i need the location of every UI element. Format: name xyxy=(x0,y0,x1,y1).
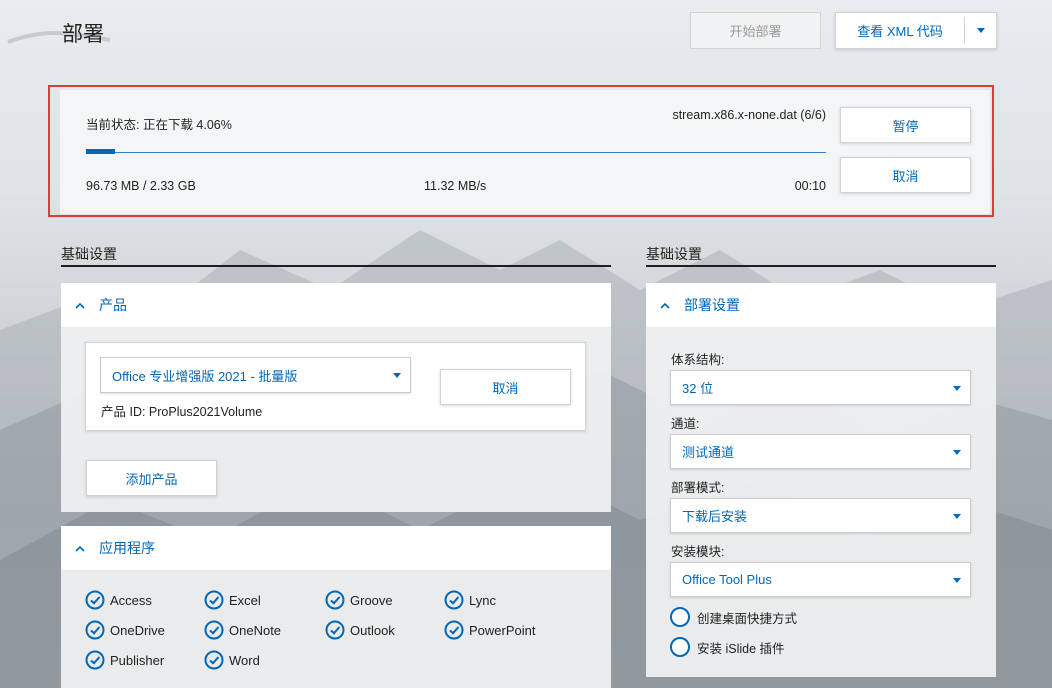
channel-label: 通道: xyxy=(671,417,700,431)
module-select-value: Office Tool Plus xyxy=(682,572,772,587)
desktop-shortcut-option[interactable]: 创建桌面快捷方式 xyxy=(670,607,797,627)
left-section-rule xyxy=(61,265,611,267)
chevron-up-icon xyxy=(75,302,85,309)
module-select[interactable]: Office Tool Plus xyxy=(670,562,971,597)
product-card-body: Office 专业增强版 2021 - 批量版 产品 ID: ProPlus20… xyxy=(61,327,611,512)
deploy-settings-header[interactable]: 部署设置 xyxy=(646,283,996,327)
caret-down-icon xyxy=(953,513,961,519)
app-label: OneNote xyxy=(229,622,282,638)
module-label: 安装模块: xyxy=(671,545,725,559)
app-label: Word xyxy=(229,652,260,668)
app-checkbox[interactable]: Lync xyxy=(444,590,496,610)
checkmark-circle-icon xyxy=(204,620,224,640)
right-section-rule xyxy=(646,265,996,267)
checkmark-circle-icon xyxy=(325,590,345,610)
checkmark-circle-icon xyxy=(444,620,464,640)
app-checkbox[interactable]: Groove xyxy=(325,590,393,610)
view-xml-split-button[interactable]: 查看 XML 代码 xyxy=(835,12,997,49)
checkmark-circle-icon xyxy=(444,590,464,610)
checkmark-circle-icon xyxy=(85,650,105,670)
app-checkbox[interactable]: OneDrive xyxy=(85,620,165,640)
app-checkbox[interactable]: PowerPoint xyxy=(444,620,535,640)
page-title: 部署 xyxy=(62,23,104,46)
product-entry: Office 专业增强版 2021 - 批量版 产品 ID: ProPlus20… xyxy=(85,342,586,431)
app-checkbox[interactable]: Publisher xyxy=(85,650,164,670)
arch-select-value: 32 位 xyxy=(682,381,714,396)
checkmark-circle-icon xyxy=(325,620,345,640)
product-select-value: Office 专业增强版 2021 - 批量版 xyxy=(112,368,298,384)
radio-circle-icon xyxy=(670,607,690,627)
view-xml-dropdown-button[interactable] xyxy=(965,13,996,48)
remove-product-button[interactable]: 取消 xyxy=(440,369,571,405)
product-select[interactable]: Office 专业增强版 2021 - 批量版 xyxy=(100,357,411,393)
mode-select-value: 下载后安装 xyxy=(682,509,748,524)
product-card-header[interactable]: 产品 xyxy=(61,283,611,327)
app-checkbox[interactable]: OneNote xyxy=(204,620,281,640)
start-deploy-button[interactable]: 开始部署 xyxy=(690,12,821,49)
app-label: PowerPoint xyxy=(469,622,536,638)
chevron-up-icon xyxy=(75,545,85,552)
radio-circle-icon xyxy=(670,637,690,657)
app-label: Publisher xyxy=(110,652,165,668)
app-checkbox[interactable]: Access xyxy=(85,590,152,610)
apps-card-header[interactable]: 应用程序 xyxy=(61,526,611,570)
left-section-label: 基础设置 xyxy=(61,246,117,262)
add-product-button[interactable]: 添加产品 xyxy=(86,460,217,496)
apps-card-title: 应用程序 xyxy=(99,540,155,556)
caret-down-icon xyxy=(953,449,961,455)
checkmark-circle-icon xyxy=(85,590,105,610)
checkmark-circle-icon xyxy=(204,650,224,670)
mode-label: 部署模式: xyxy=(671,481,725,495)
checkmark-circle-icon xyxy=(204,590,224,610)
app-label: Access xyxy=(110,592,152,608)
caret-down-icon xyxy=(393,373,401,378)
view-xml-button[interactable]: 查看 XML 代码 xyxy=(836,13,964,48)
caret-down-icon xyxy=(953,385,961,391)
app-label: Lync xyxy=(469,592,496,608)
app-label: Groove xyxy=(350,592,393,608)
product-id: 产品 ID: ProPlus2021Volume xyxy=(101,405,263,419)
app-label: OneDrive xyxy=(110,622,165,638)
checkmark-circle-icon xyxy=(85,620,105,640)
arch-select[interactable]: 32 位 xyxy=(670,370,971,405)
app-checkbox[interactable]: Outlook xyxy=(325,620,395,640)
mode-select[interactable]: 下载后安装 xyxy=(670,498,971,533)
deploy-settings-title: 部署设置 xyxy=(684,297,740,313)
islide-option[interactable]: 安装 iSlide 插件 xyxy=(670,637,785,657)
right-section-label: 基础设置 xyxy=(646,246,702,262)
product-card-title: 产品 xyxy=(99,297,127,313)
channel-select[interactable]: 测试通道 xyxy=(670,434,971,469)
arch-label: 体系结构: xyxy=(671,353,725,367)
caret-down-icon xyxy=(953,577,961,583)
deploy-settings-body: 体系结构: 32 位 通道: 测试通道 部署模式: 下载后安装 安装模块: Of… xyxy=(646,327,996,677)
caret-down-icon xyxy=(976,28,985,33)
app-checkbox[interactable]: Word xyxy=(204,650,260,670)
apps-card-body: Access Excel Groove Lync OneDrive OneNote Outl… xyxy=(61,570,611,688)
channel-select-value: 测试通道 xyxy=(682,445,735,460)
status-highlight-outline xyxy=(48,85,994,217)
app-label: Excel xyxy=(229,592,261,608)
app-checkbox[interactable]: Excel xyxy=(204,590,261,610)
app-label: Outlook xyxy=(350,622,395,638)
desktop-shortcut-label: 创建桌面快捷方式 xyxy=(697,611,798,626)
islide-label: 安装 iSlide 插件 xyxy=(697,641,785,656)
chevron-up-icon xyxy=(660,302,670,309)
